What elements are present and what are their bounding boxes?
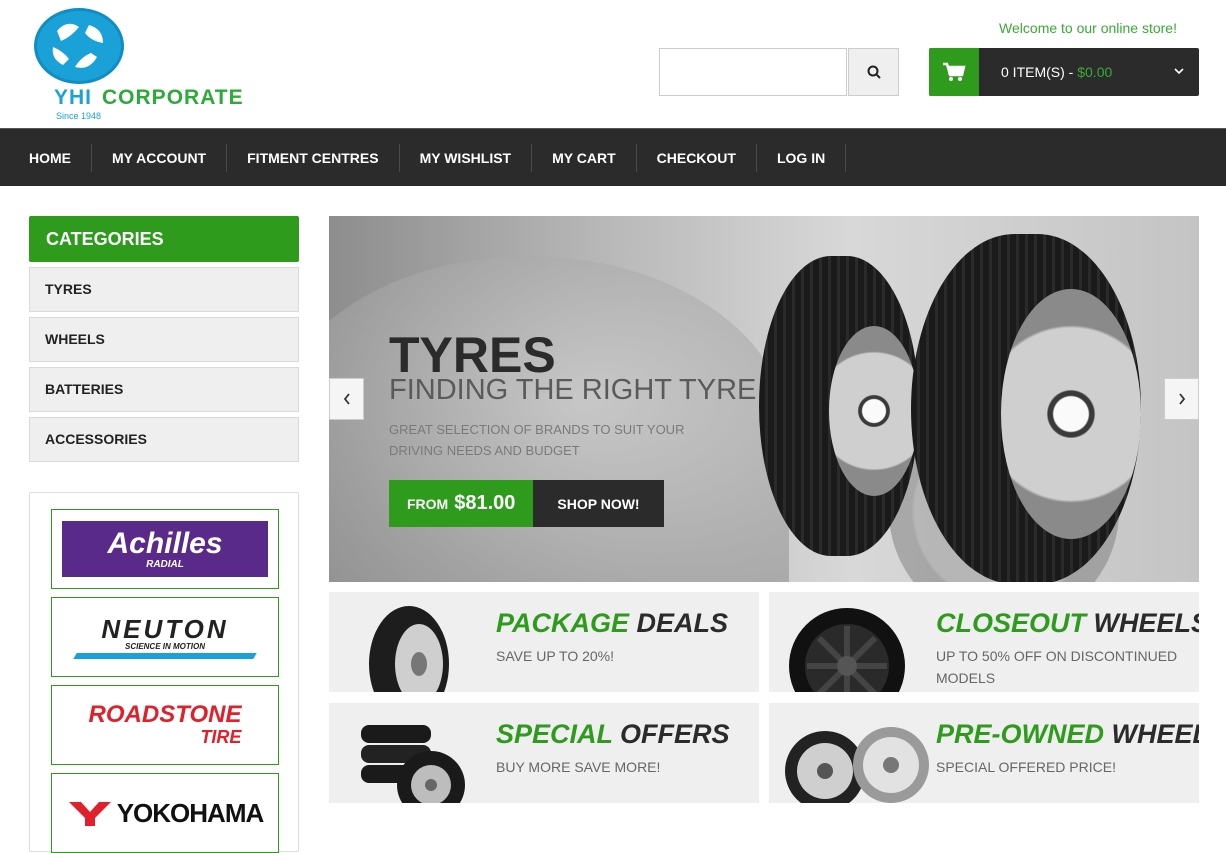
nav-fitment-centres[interactable]: FITMENT CENTRES	[227, 143, 400, 172]
yokohama-logo-icon	[68, 802, 111, 826]
hero-slider: TYRES FINDING THE RIGHT TYRE GREAT SELEC…	[329, 216, 1199, 582]
tyre-icon	[369, 606, 449, 692]
brand-list: Achilles RADIAL NEUTON SCIENCE IN MOTION…	[29, 492, 299, 853]
wheel-icon	[789, 608, 905, 692]
slider-next-button[interactable]	[1164, 378, 1199, 420]
slide-description: GREAT SELECTION OF BRANDS TO SUIT YOUR D…	[389, 422, 685, 458]
main-navigation: HOME MY ACCOUNT FITMENT CENTRES MY WISHL…	[0, 128, 1226, 186]
promo-special-offers[interactable]: SPECIAL OFFERS BUY MORE SAVE MORE!	[329, 703, 759, 803]
slide-price: $81.00	[454, 492, 516, 514]
brand-sub: SCIENCE IN MOTION	[124, 641, 205, 651]
promo-description: BUY MORE SAVE MORE!	[496, 759, 661, 775]
promo-title: CLOSEOUT WHEELS	[936, 608, 1199, 638]
brand-sub: TIRE	[200, 727, 242, 747]
shop-now-button[interactable]: SHOP NOW!	[533, 480, 664, 527]
brand-yokohama[interactable]: YOKOHAMA	[51, 773, 279, 853]
slide-subtitle: FINDING THE RIGHT TYRE	[389, 374, 757, 406]
nav-my-cart[interactable]: MY CART	[532, 143, 637, 172]
categories-title: CATEGORIES	[29, 216, 299, 262]
promo-description: SPECIAL OFFERED PRICE!	[936, 759, 1116, 775]
cart-summary: 0 ITEM(S) - $0.00	[1001, 64, 1113, 80]
price-tag: FROM $81.00	[389, 480, 534, 527]
categories-sidebar: CATEGORIES TYRES WHEELS BATTERIES ACCESS…	[29, 216, 299, 462]
slider-prev-button[interactable]	[329, 378, 364, 420]
nav-my-account[interactable]: MY ACCOUNT	[92, 143, 228, 172]
brand-sub: RADIAL	[146, 558, 184, 570]
brand-name: ROADSTONE	[88, 701, 242, 728]
cart-dropdown[interactable]: 0 ITEM(S) - $0.00	[929, 48, 1199, 96]
chevron-right-icon	[1178, 393, 1185, 405]
search-button[interactable]	[848, 48, 899, 96]
brand-name: Achilles	[107, 526, 223, 560]
promo-description: SAVE UP TO 20%!	[496, 648, 615, 664]
tyre-stack-icon	[361, 725, 465, 803]
brand-roadstone[interactable]: ROADSTONE TIRE	[51, 685, 279, 765]
cart-icon	[929, 48, 979, 96]
promo-closeout-wheels[interactable]: CLOSEOUT WHEELS UP TO 50% OFF ON DISCONT…	[769, 592, 1199, 692]
nav-log-in[interactable]: LOG IN	[757, 143, 847, 172]
promo-title: PACKAGE DEALS	[496, 608, 729, 638]
search-input[interactable]	[659, 48, 847, 96]
search-icon	[867, 65, 881, 79]
welcome-message: Welcome to our online store!	[999, 20, 1177, 36]
slide-cta[interactable]: FROM $81.00 SHOP NOW!	[389, 480, 664, 527]
promo-title: SPECIAL OFFERS	[496, 719, 730, 749]
logo-emblem-icon	[34, 8, 124, 84]
category-wheels[interactable]: WHEELS	[29, 317, 299, 362]
brand-name: YOKOHAMA	[116, 797, 265, 828]
chevron-left-icon	[343, 393, 350, 405]
brand-name: NEUTON	[101, 613, 229, 644]
nav-home[interactable]: HOME	[9, 143, 92, 172]
wheels-pair-icon	[785, 727, 929, 803]
logo-wordmark: YHI CORPORATE	[54, 86, 244, 109]
promo-pre-owned-wheels[interactable]: PRE-OWNED WHEELS SPECIAL OFFERED PRICE!	[769, 703, 1199, 803]
tyre-image-front	[911, 234, 1141, 582]
promo-title: PRE-OWNED WHEELS	[936, 719, 1199, 749]
nav-checkout[interactable]: CHECKOUT	[637, 143, 757, 172]
cart-total: $0.00	[1077, 64, 1113, 80]
company-logo[interactable]: YHI CORPORATE Since 1948	[34, 8, 286, 124]
brand-achilles[interactable]: Achilles RADIAL	[51, 509, 279, 589]
category-accessories[interactable]: ACCESSORIES	[29, 417, 299, 462]
nav-my-wishlist[interactable]: MY WISHLIST	[400, 143, 533, 172]
promo-package-deals[interactable]: PACKAGE DEALS SAVE UP TO 20%!	[329, 592, 759, 692]
logo-since: Since 1948	[56, 111, 102, 121]
category-tyres[interactable]: TYRES	[29, 267, 299, 312]
tyre-image-back	[759, 256, 919, 556]
site-header: YHI CORPORATE Since 1948 Welcome to our o…	[0, 0, 1226, 128]
brand-neuton[interactable]: NEUTON SCIENCE IN MOTION	[51, 597, 279, 677]
category-batteries[interactable]: BATTERIES	[29, 367, 299, 412]
chevron-down-icon	[1174, 68, 1184, 75]
promo-description: UP TO 50% OFF ON DISCONTINUED MODELS	[936, 648, 1178, 686]
